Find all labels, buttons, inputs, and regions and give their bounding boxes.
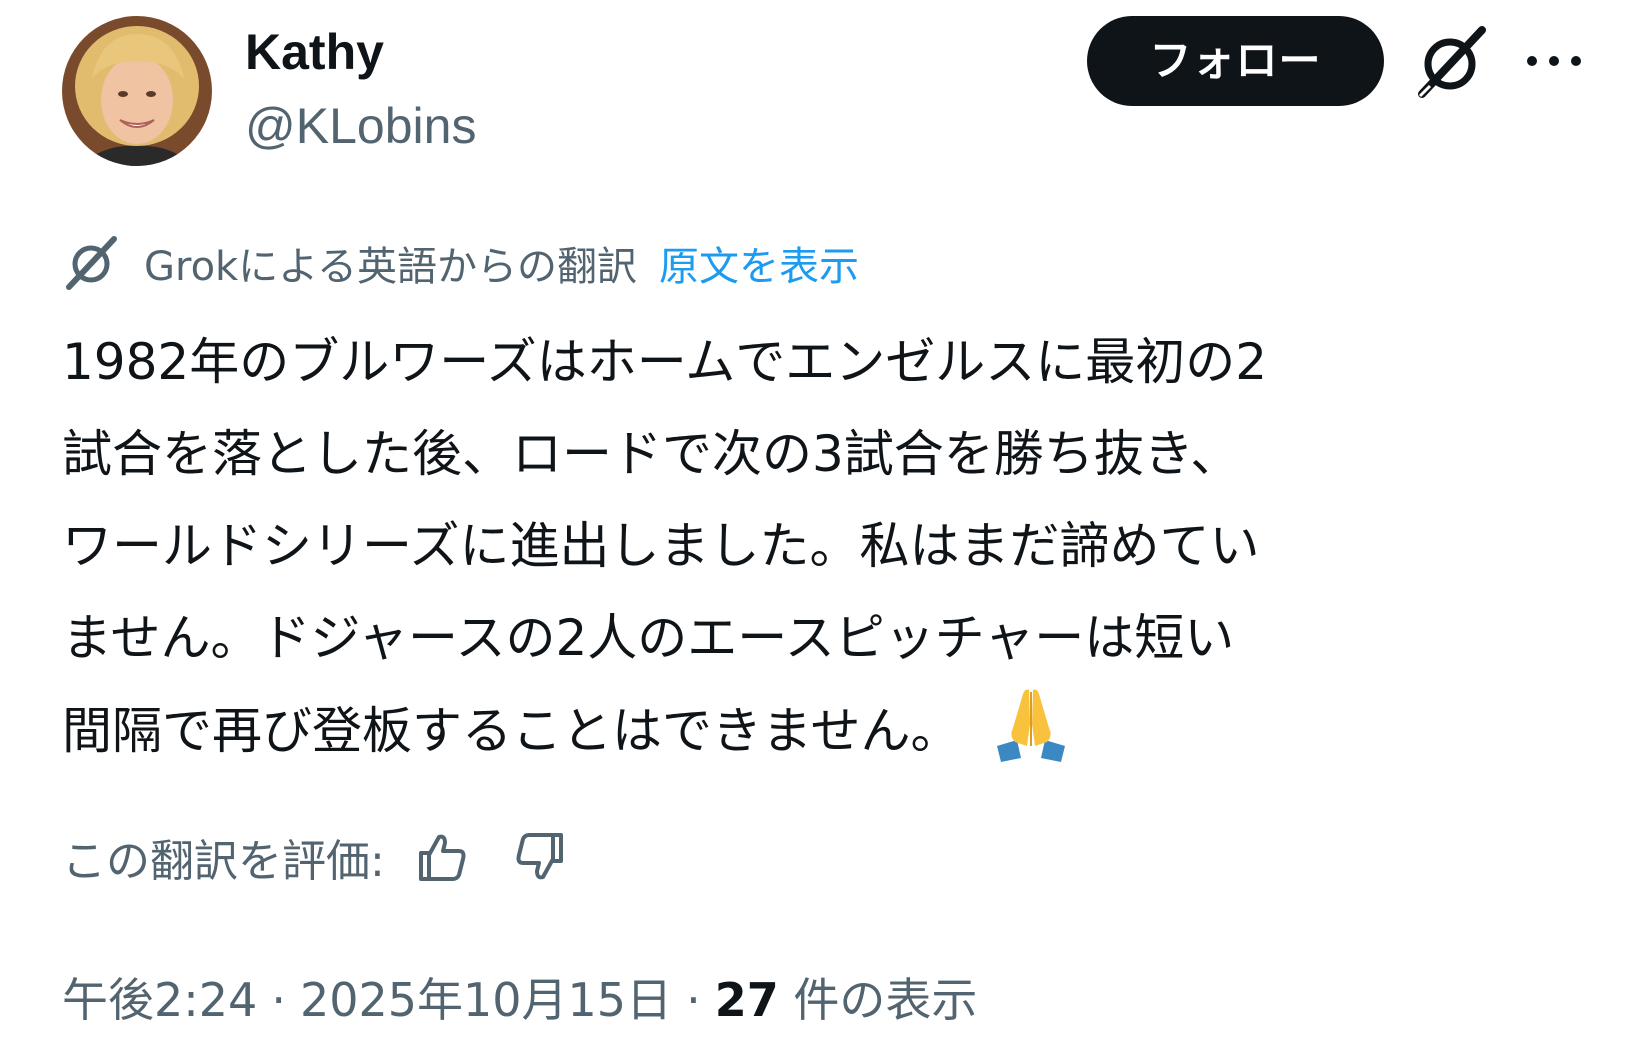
tweet-text: 1982年のブルワーズはホームでエンゼルスに最初の2 試合を落とした後、ロードで… <box>62 316 1592 777</box>
show-original-link[interactable]: 原文を表示 <box>659 234 859 292</box>
user-handle[interactable]: @KLobins <box>245 98 476 154</box>
tweet-meta: 午後2:24 · 2025年10月15日 · 27 件の表示 <box>62 968 977 1032</box>
meta-separator: · <box>271 973 286 1027</box>
views-label[interactable]: 件の表示 <box>793 973 977 1027</box>
tweet-line-last: 間隔で再び登板することはできません。 <box>62 684 1592 777</box>
thumb-up-icon[interactable] <box>413 829 469 885</box>
view-count[interactable]: 27 <box>715 973 779 1027</box>
tweet-line-text: 間隔で再び登板することはできません。 <box>62 702 961 760</box>
tweet-line: 試合を落とした後、ロードで次の3試合を勝ち抜き、 <box>62 425 1241 483</box>
folded-hands-emoji <box>996 689 1065 762</box>
translation-rating: この翻訳を評価: <box>62 826 569 888</box>
display-name[interactable]: Kathy <box>245 24 384 80</box>
avatar[interactable] <box>62 16 212 166</box>
tweet-time[interactable]: 午後2:24 <box>62 973 257 1027</box>
tweet-line: 1982年のブルワーズはホームでエンゼルスに最初の2 <box>62 333 1268 391</box>
tweet-line: ません。ドジャースの2人のエースピッチャーは短い <box>62 609 1235 667</box>
thumb-down-icon[interactable] <box>513 829 569 885</box>
follow-button[interactable]: フォロー <box>1087 16 1384 106</box>
grok-translate-icon <box>66 236 117 290</box>
grok-icon[interactable] <box>1412 22 1492 102</box>
translation-notice: Grokによる英語からの翻訳 原文を表示 <box>62 232 859 294</box>
tweet-date[interactable]: 2025年10月15日 <box>300 973 672 1027</box>
avatar-photo <box>62 16 212 166</box>
meta-separator: · <box>686 973 701 1027</box>
rate-translation-label: この翻訳を評価: <box>62 836 385 887</box>
tweet-line: ワールドシリーズに進出しました。私はまだ諦めてい <box>62 517 1260 575</box>
translation-source-text: Grokによる英語からの翻訳 <box>144 244 637 290</box>
more-icon[interactable] <box>1522 45 1586 77</box>
